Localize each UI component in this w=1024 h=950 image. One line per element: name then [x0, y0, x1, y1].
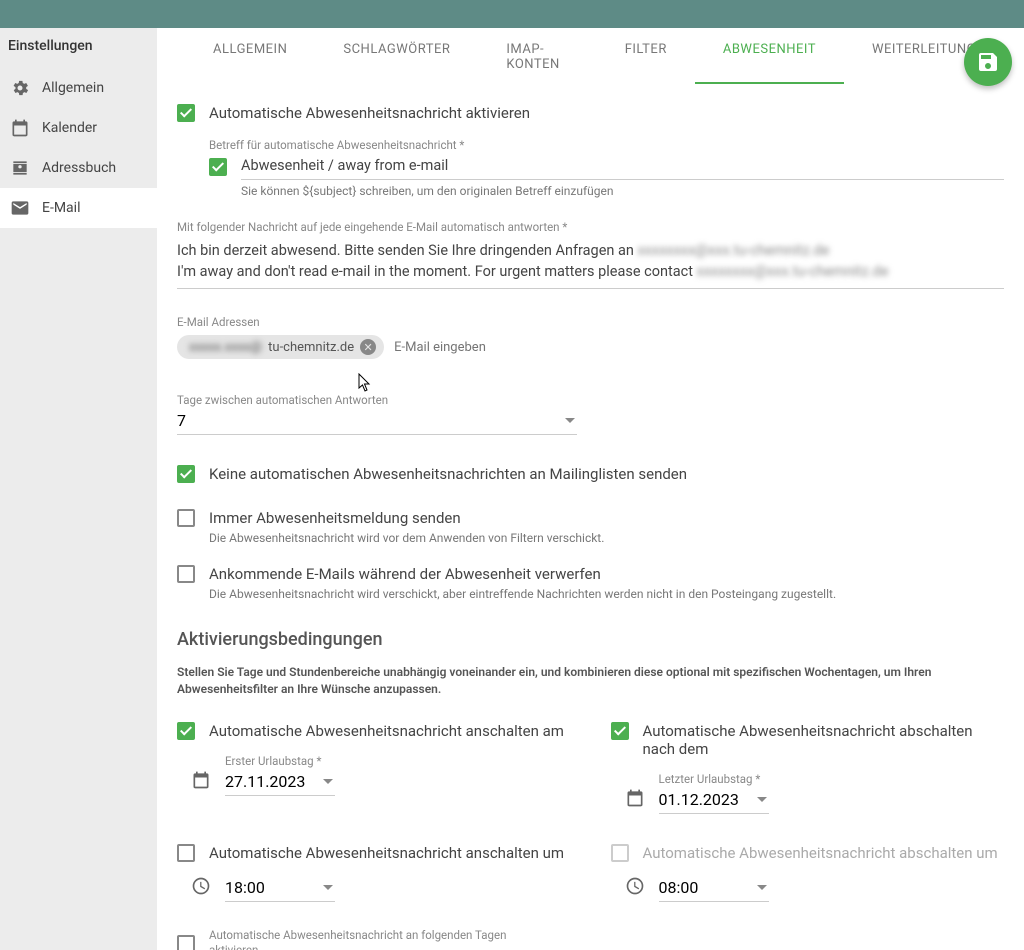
sidebar-item-label: Kalender — [42, 120, 97, 136]
on-time-checkbox[interactable] — [177, 844, 195, 862]
sidebar-item-label: Allgemein — [42, 80, 104, 96]
activation-help: Stellen Sie Tage und Stundenbereiche una… — [177, 664, 1004, 698]
sidebar: Einstellungen Allgemein Kalender Adressb… — [0, 28, 157, 950]
sidebar-item-addressbook[interactable]: Adressbuch — [0, 148, 157, 188]
sidebar-item-label: Adressbuch — [42, 160, 116, 176]
subject-input[interactable] — [241, 154, 1004, 180]
main-content: ALLGEMEIN SCHLAGWÖRTER IMAP-KONTEN FILTE… — [157, 28, 1024, 950]
chevron-down-icon — [323, 885, 333, 890]
off-date-checkbox[interactable] — [611, 722, 629, 740]
activate-checkbox[interactable] — [177, 104, 195, 122]
contacts-icon — [10, 158, 30, 178]
always-send-label: Immer Abwesenheitsmeldung senden — [209, 509, 604, 527]
off-time-checkbox[interactable] — [611, 844, 629, 862]
first-day-picker[interactable]: 27.11.2023 — [225, 770, 335, 796]
first-day-label: Erster Urlaubstag * — [225, 754, 335, 768]
always-send-hint: Die Abwesenheitsnachricht wird vor dem A… — [209, 531, 604, 545]
no-mailinglist-checkbox[interactable] — [177, 465, 195, 483]
discard-label: Ankommende E-Mails während der Abwesenhe… — [209, 565, 836, 583]
on-time-label: Automatische Abwesenheitsnachricht ansch… — [209, 844, 564, 862]
email-addresses-label: E-Mail Adressen — [177, 315, 1004, 329]
on-date-checkbox[interactable] — [177, 722, 195, 740]
tab-imap[interactable]: IMAP-KONTEN — [478, 28, 596, 84]
subject-field-label: Betreff für automatische Abwesenheitsnac… — [209, 138, 1004, 152]
chevron-down-icon — [323, 779, 333, 784]
chevron-down-icon — [757, 885, 767, 890]
chevron-down-icon — [565, 418, 575, 423]
email-chip: xxxxx.xxxx@tu-chemnitz.de ✕ — [177, 335, 384, 359]
discard-checkbox[interactable] — [177, 565, 195, 583]
calendar-icon — [625, 788, 645, 808]
save-button[interactable] — [964, 38, 1012, 86]
tabbar: ALLGEMEIN SCHLAGWÖRTER IMAP-KONTEN FILTE… — [177, 28, 1004, 84]
tab-tags[interactable]: SCHLAGWÖRTER — [315, 28, 478, 84]
sidebar-title: Einstellungen — [0, 28, 157, 68]
clock-icon — [625, 876, 645, 896]
no-mailinglist-label: Keine automatischen Abwesenheitsnachrich… — [209, 465, 687, 483]
clock-icon — [191, 876, 211, 896]
weekdays-checkbox[interactable] — [177, 935, 195, 950]
remove-chip-icon[interactable]: ✕ — [360, 339, 376, 355]
activate-label: Automatische Abwesenheitsnachricht aktiv… — [209, 104, 530, 122]
off-time-label: Automatische Abwesenheitsnachricht absch… — [643, 844, 998, 862]
discard-hint: Die Abwesenheitsnachricht wird verschick… — [209, 587, 836, 601]
sidebar-item-email[interactable]: E-Mail — [0, 188, 157, 228]
app-topbar — [0, 0, 1024, 28]
off-date-label: Automatische Abwesenheitsnachricht absch… — [643, 722, 1005, 758]
on-time-picker[interactable]: 18:00 — [225, 876, 335, 902]
subject-hint: Sie können ${subject} schreiben, um den … — [241, 184, 1004, 198]
body-textarea[interactable]: Ich bin derzeit abwesend. Bitte senden S… — [177, 236, 1004, 289]
calendar-icon — [191, 770, 211, 790]
gear-icon — [10, 78, 30, 98]
save-icon — [976, 50, 1000, 74]
tab-general[interactable]: ALLGEMEIN — [185, 28, 315, 84]
always-send-checkbox[interactable] — [177, 509, 195, 527]
sidebar-item-label: E-Mail — [42, 200, 80, 216]
days-between-label: Tage zwischen automatischen Antworten — [177, 393, 577, 407]
on-date-label: Automatische Abwesenheitsnachricht ansch… — [209, 722, 564, 740]
mail-icon — [10, 198, 30, 218]
body-field-label: Mit folgender Nachricht auf jede eingehe… — [177, 220, 1004, 234]
subject-enable-checkbox[interactable] — [209, 158, 227, 176]
calendar-icon — [10, 118, 30, 138]
off-time-picker[interactable]: 08:00 — [659, 876, 769, 902]
activation-heading: Aktivierungsbedingungen — [177, 629, 1004, 650]
chevron-down-icon — [757, 797, 767, 802]
last-day-picker[interactable]: 01.12.2023 — [659, 788, 769, 814]
tab-filter[interactable]: FILTER — [597, 28, 695, 84]
email-add-input[interactable] — [394, 340, 594, 355]
sidebar-item-general[interactable]: Allgemein — [0, 68, 157, 108]
mouse-cursor-icon — [358, 373, 372, 393]
tab-vacation[interactable]: ABWESENHEIT — [695, 28, 844, 84]
weekdays-label: Automatische Abwesenheitsnachricht an fo… — [209, 928, 509, 950]
sidebar-item-calendar[interactable]: Kalender — [0, 108, 157, 148]
activate-row: Automatische Abwesenheitsnachricht aktiv… — [177, 104, 1004, 122]
days-between-select[interactable]: 7 — [177, 409, 577, 435]
last-day-label: Letzter Urlaubstag * — [659, 772, 769, 786]
